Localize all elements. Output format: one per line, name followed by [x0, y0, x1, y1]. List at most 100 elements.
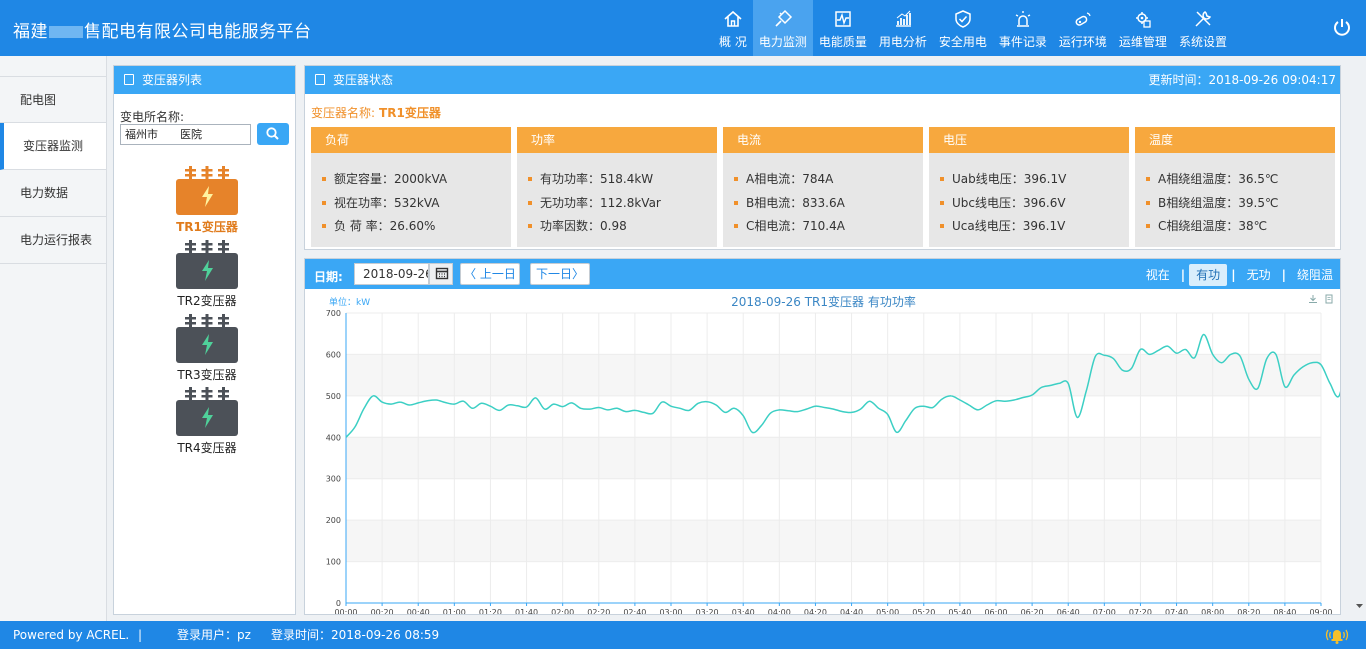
x-tick-label: 03:40: [732, 608, 755, 614]
x-tick-label: 01:40: [515, 608, 538, 614]
x-tick-label: 05:00: [876, 608, 899, 614]
card-load: 负荷 额定容量：2000kVA 视在功率：532kVA 负 荷 率：26.60%: [311, 127, 511, 247]
data-view-icon[interactable]: [1324, 294, 1334, 304]
card-item: B相电流：833.6A: [734, 192, 923, 216]
x-tick-label: 01:00: [443, 608, 466, 614]
x-tick-label: 04:40: [840, 608, 863, 614]
y-tick-label: 400: [326, 433, 341, 442]
card-item: 功率因数：0.98: [528, 215, 717, 239]
transformer-item-tr2[interactable]: TR2变压器: [176, 238, 238, 309]
nav-label: 运行环境: [1058, 35, 1107, 49]
menu-item-distribution-diagram[interactable]: 配电图: [0, 76, 106, 123]
prev-day-button[interactable]: 〈 上一日: [460, 263, 520, 285]
menu-item-operation-report[interactable]: 电力运行报表: [0, 217, 106, 264]
calendar-button[interactable]: [429, 263, 453, 285]
transformer-list-header: 变压器列表: [114, 66, 295, 94]
nav-label: 用电分析: [878, 35, 927, 49]
y-tick-label: 100: [326, 558, 341, 567]
nav-item-power-monitoring[interactable]: 电力监测: [752, 0, 813, 56]
next-day-button[interactable]: 下一日〉: [530, 263, 590, 285]
y-tick-label: 600: [326, 350, 341, 359]
nav-item-power-quality[interactable]: 电能质量: [813, 0, 873, 56]
transformer-name-label: 变压器名称:: [311, 106, 376, 120]
status-title: 变压器状态: [333, 73, 394, 87]
tab-apparent[interactable]: 视在: [1139, 265, 1177, 285]
shield-check-icon: [955, 10, 971, 28]
transformer-icon: [176, 166, 238, 215]
transformer-list-title: 变压器列表: [142, 73, 203, 87]
transformer-status-panel: 变压器状态 更新时间：2018-09-26 09:04:17 变压器名称: TR1…: [304, 65, 1341, 250]
tab-winding-temp[interactable]: 绕阻温: [1290, 265, 1340, 285]
nav-item-maintenance[interactable]: 运维管理: [1113, 0, 1173, 56]
card-title: 温度: [1135, 127, 1335, 153]
nav-label: 系统设置: [1178, 35, 1227, 49]
nav-label: 安全用电: [938, 35, 987, 49]
nav-label: 概 况: [719, 35, 747, 49]
x-tick-label: 08:20: [1237, 608, 1260, 614]
transformer-item-tr1[interactable]: TR1变压器: [176, 164, 238, 235]
transformer-item-tr4[interactable]: TR4变压器: [176, 385, 238, 456]
pulse-icon: [835, 11, 851, 27]
date-input[interactable]: 2018-09-26: [354, 263, 429, 285]
power-icon[interactable]: [1331, 16, 1353, 38]
left-menu: 配电图 变压器监测 电力数据 电力运行报表: [0, 56, 107, 621]
search-button[interactable]: [257, 123, 289, 145]
x-tick-label: 04:00: [768, 608, 791, 614]
scroll-down-arrow[interactable]: [1353, 598, 1366, 618]
x-tick-label: 00:20: [371, 608, 394, 614]
card-title: 负荷: [311, 127, 511, 153]
date-label: 日期:: [314, 270, 343, 284]
x-tick-label: 01:20: [479, 608, 502, 614]
card-current: 电流 A相电流：784A B相电流：833.6A C相电流：710.4A: [723, 127, 923, 247]
menu-item-power-data[interactable]: 电力数据: [0, 170, 106, 217]
x-tick-label: 02:20: [587, 608, 610, 614]
alarm-light-icon: [1015, 11, 1031, 27]
nav-item-overview[interactable]: 概 况: [713, 0, 753, 56]
x-tick-label: 04:20: [804, 608, 827, 614]
download-icon[interactable]: [1308, 294, 1318, 304]
nav-item-usage-analysis[interactable]: 用电分析: [873, 0, 933, 56]
card-title: 电压: [929, 127, 1129, 153]
card-item: 有功功率：518.4kW: [528, 168, 717, 192]
card-voltage: 电压 Uab线电压：396.1V Ubc线电压：396.6V Uca线电压：396.…: [929, 127, 1129, 247]
alarm-bell-icon[interactable]: [1322, 625, 1352, 645]
chart-panel: 日期: 2018-09-26 〈 上一日 下一日〉 视在 | 有功 | 无功 |…: [304, 258, 1341, 615]
list-icon: [124, 74, 134, 85]
x-tick-label: 03:20: [696, 608, 719, 614]
app-title: 福建 售配电有限公司电能服务平台: [13, 17, 312, 42]
footer: Powered by ACREL. | 登录用户：pz 登录时间：2018-09…: [0, 621, 1366, 649]
nav-label: 电力监测: [758, 35, 807, 49]
x-tick-label: 06:00: [984, 608, 1007, 614]
y-tick-label: 500: [326, 392, 341, 401]
status-cards: 负荷 额定容量：2000kVA 视在功率：532kVA 负 荷 率：26.60% 功…: [311, 127, 1335, 247]
nav-item-safe-power[interactable]: 安全用电: [933, 0, 993, 56]
card-item: C相电流：710.4A: [734, 215, 923, 239]
transformer-label: TR3变压器: [177, 368, 237, 382]
chart-tools: [1308, 294, 1334, 304]
transformer-item-tr3[interactable]: TR3变压器: [176, 312, 238, 383]
tab-separator: |: [1281, 268, 1286, 282]
chart-title: 2018-09-26 TR1变压器 有功功率: [731, 295, 916, 309]
x-tick-label: 00:40: [407, 608, 430, 614]
gear-box-icon: [1135, 12, 1151, 28]
x-tick-label: 08:40: [1273, 608, 1296, 614]
y-tick-label: 300: [326, 475, 341, 484]
tab-separator: |: [1231, 268, 1236, 282]
nav-item-event-log[interactable]: 事件记录: [993, 0, 1053, 56]
chart-toolbar: 日期: 2018-09-26 〈 上一日 下一日〉 视在 | 有功 | 无功 |…: [305, 259, 1340, 289]
x-tick-label: 07:40: [1165, 608, 1188, 614]
status-header: 变压器状态 更新时间：2018-09-26 09:04:17: [305, 66, 1340, 94]
x-tick-label: 02:40: [623, 608, 646, 614]
tab-reactive[interactable]: 无功: [1240, 265, 1278, 285]
substation-input[interactable]: 福州市 医院: [120, 124, 251, 145]
nav-item-environment[interactable]: 运行环境: [1053, 0, 1113, 56]
metric-tabs: 视在 | 有功 | 无功 | 绕阻温: [1139, 264, 1340, 286]
x-tick-label: 07:00: [1093, 608, 1116, 614]
grid-band: [346, 520, 1321, 562]
card-item: 负 荷 率：26.60%: [322, 215, 511, 239]
nav-label: 运维管理: [1118, 35, 1167, 49]
nav-item-system-settings[interactable]: 系统设置: [1173, 0, 1233, 56]
tab-active-power[interactable]: 有功: [1189, 264, 1228, 286]
menu-item-transformer-monitoring[interactable]: 变压器监测: [0, 123, 106, 170]
card-item: A相电流：784A: [734, 168, 923, 192]
